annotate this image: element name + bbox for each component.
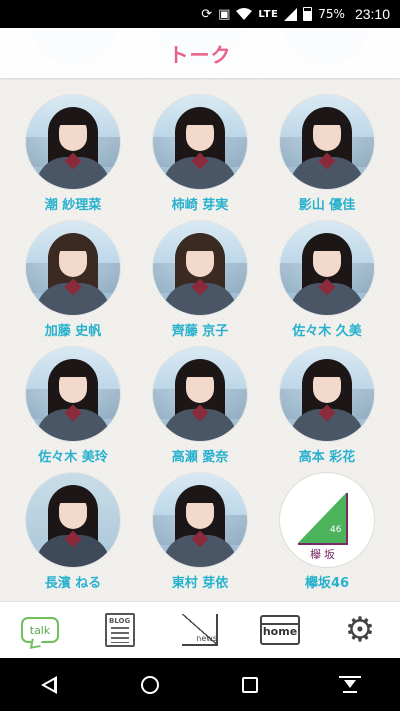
member-item[interactable]: 長濱 ねる: [18, 473, 128, 591]
member-avatar[interactable]: [26, 473, 120, 567]
talk-icon: talk: [21, 617, 59, 643]
logo-text: 欅坂: [310, 548, 338, 561]
tab-talk-label: talk: [29, 623, 51, 637]
member-name: 加藤 史帆: [44, 324, 102, 339]
member-avatar[interactable]: [26, 221, 120, 315]
news-icon: news: [180, 612, 220, 648]
group-logo[interactable]: 46 欅坂: [280, 473, 374, 567]
member-item[interactable]: 柿崎 芽実: [145, 95, 255, 213]
page-header: トーク: [0, 28, 400, 78]
gear-icon: ⚙: [344, 610, 376, 650]
back-button[interactable]: [25, 665, 75, 705]
member-name: 長濱 ねる: [44, 576, 102, 591]
member-avatar[interactable]: [153, 95, 247, 189]
member-item[interactable]: 潮 紗理菜: [18, 95, 128, 213]
wifi-icon: [236, 7, 253, 21]
network-type: LTE: [258, 8, 279, 20]
member-name: 欅坂46: [304, 576, 350, 591]
member-name: 齊藤 京子: [171, 324, 229, 339]
member-avatar[interactable]: [26, 95, 120, 189]
recents-button[interactable]: [225, 665, 275, 705]
member-item[interactable]: 加藤 史帆: [18, 221, 128, 339]
rotate-icon: ⟳: [201, 6, 213, 22]
tab-news-label: news: [196, 634, 217, 643]
member-item[interactable]: 高瀬 愛奈: [145, 347, 255, 465]
home-window-icon: home: [260, 615, 300, 645]
hide-nav-icon: [339, 675, 361, 694]
battery-icon: [303, 7, 313, 21]
member-item[interactable]: 東村 芽依: [145, 473, 255, 591]
bottom-tab-bar: talk BLOG news home ⚙: [0, 601, 400, 658]
blog-icon: BLOG: [105, 613, 135, 647]
tab-home-label: home: [262, 625, 298, 638]
member-avatar[interactable]: [153, 347, 247, 441]
member-avatar[interactable]: [280, 221, 374, 315]
member-name: 柿崎 芽実: [171, 198, 229, 213]
clock: 23:10: [354, 6, 390, 22]
tab-talk[interactable]: talk: [14, 608, 66, 652]
signal-icon: [284, 7, 298, 21]
tab-blog-label: BLOG: [109, 617, 131, 625]
member-avatar[interactable]: [280, 95, 374, 189]
tab-blog[interactable]: BLOG: [94, 608, 146, 652]
member-avatar[interactable]: [153, 221, 247, 315]
member-item[interactable]: 高本 彩花: [272, 347, 382, 465]
status-bar: ⟳ ▣ LTE 75% 23:10: [0, 0, 400, 28]
talk-member-list[interactable]: トーク 潮 紗理菜 柿崎 芽実 影山 優佳 加藤 史帆 齊藤 京子 佐々木 久美…: [0, 28, 400, 601]
tab-news[interactable]: news: [174, 608, 226, 652]
member-item[interactable]: 46 欅坂 欅坂46: [272, 473, 382, 591]
member-name: 佐々木 美玲: [38, 450, 108, 465]
back-icon: [41, 675, 59, 694]
member-name: 潮 紗理菜: [44, 198, 102, 213]
home-button[interactable]: [125, 665, 175, 705]
recents-icon: [242, 676, 258, 693]
member-item[interactable]: 影山 優佳: [272, 95, 382, 213]
page-title: トーク: [168, 42, 232, 67]
member-avatar[interactable]: [280, 347, 374, 441]
system-nav-bar: [0, 658, 400, 711]
logo-triangle-icon: [298, 493, 346, 543]
hide-nav-button[interactable]: [325, 665, 375, 705]
member-item[interactable]: 齊藤 京子: [145, 221, 255, 339]
member-item[interactable]: 佐々木 美玲: [18, 347, 128, 465]
member-avatar[interactable]: [153, 473, 247, 567]
tab-home[interactable]: home: [254, 608, 306, 652]
member-name: 高本 彩花: [298, 450, 356, 465]
home-circle-icon: [141, 675, 159, 694]
member-name: 高瀬 愛奈: [171, 450, 229, 465]
member-name: 東村 芽依: [171, 576, 229, 591]
member-name: 佐々木 久美: [292, 324, 362, 339]
logo-number: 46: [330, 525, 342, 535]
battery-percent: 75%: [318, 7, 345, 21]
member-avatar[interactable]: [26, 347, 120, 441]
nfc-icon: ▣: [218, 6, 231, 22]
tab-settings[interactable]: ⚙: [334, 608, 386, 652]
member-item[interactable]: 佐々木 久美: [272, 221, 382, 339]
member-name: 影山 優佳: [298, 198, 356, 213]
